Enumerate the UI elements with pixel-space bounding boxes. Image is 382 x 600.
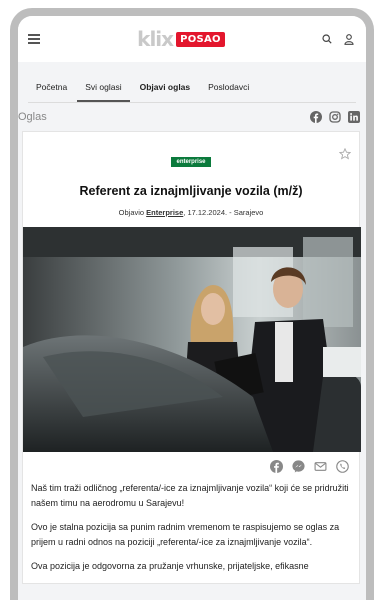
meta-date-location: , 17.12.2024. - Sarajevo	[183, 208, 264, 217]
linkedin-icon[interactable]	[348, 111, 360, 123]
job-card: enterprise Referent za iznajmljivanje vo…	[22, 131, 361, 584]
social-links	[310, 111, 360, 123]
logo-posao-badge: POSAO	[176, 31, 225, 47]
search-icon[interactable]	[322, 34, 332, 44]
top-bar: klix POSAO	[18, 16, 366, 62]
meta-prefix: Objavio	[118, 208, 147, 217]
description-paragraph-3: Ova pozicija je odgovorna za pružanje vr…	[31, 561, 309, 571]
favorite-star-icon[interactable]	[339, 148, 351, 160]
description-paragraph-2: Ovo je stalna pozicija sa punim radnim v…	[31, 522, 340, 547]
section-title: Oglas	[18, 111, 47, 123]
company-logo[interactable]: enterprise	[171, 157, 211, 167]
menu-icon[interactable]	[28, 34, 40, 44]
viber-share-icon[interactable]	[336, 460, 349, 473]
device-frame: klix POSAO Početna Svi oglasi Objavi ogl…	[10, 8, 374, 600]
job-title: Referent za iznajmljivanje vozila (m/ž)	[79, 184, 303, 198]
tab-svi-oglasi[interactable]: Svi oglasi	[77, 76, 130, 102]
tab-pocetna[interactable]: Početna	[28, 76, 75, 102]
facebook-icon[interactable]	[310, 111, 322, 123]
nav-tabs: Početna Svi oglasi Objavi oglas Poslodav…	[18, 62, 366, 102]
company-link[interactable]: Enterprise	[146, 208, 183, 217]
user-icon[interactable]	[344, 33, 354, 45]
email-share-icon[interactable]	[314, 460, 327, 473]
logo-klix-text: klix	[137, 27, 174, 51]
messenger-share-icon[interactable]	[292, 460, 305, 473]
tab-objavi-oglas[interactable]: Objavi oglas	[132, 76, 199, 102]
job-card-header: enterprise Referent za iznajmljivanje vo…	[23, 132, 359, 227]
phone-screen: klix POSAO Početna Svi oglasi Objavi ogl…	[18, 16, 366, 600]
site-logo[interactable]: klix POSAO	[137, 27, 225, 51]
job-photo	[23, 227, 361, 452]
instagram-icon[interactable]	[329, 111, 341, 123]
facebook-share-icon[interactable]	[270, 460, 283, 473]
job-meta: Objavio Enterprise, 17.12.2024. - Saraje…	[35, 208, 347, 217]
tab-poslodavci[interactable]: Poslodavci	[200, 76, 257, 102]
share-bar	[23, 452, 359, 477]
job-description: Naš tim traži odličnog „referenta/-ice z…	[23, 477, 359, 574]
section-header: Oglas	[18, 103, 366, 131]
description-paragraph-1: Naš tim traži odličnog „referenta/-ice z…	[31, 483, 349, 508]
